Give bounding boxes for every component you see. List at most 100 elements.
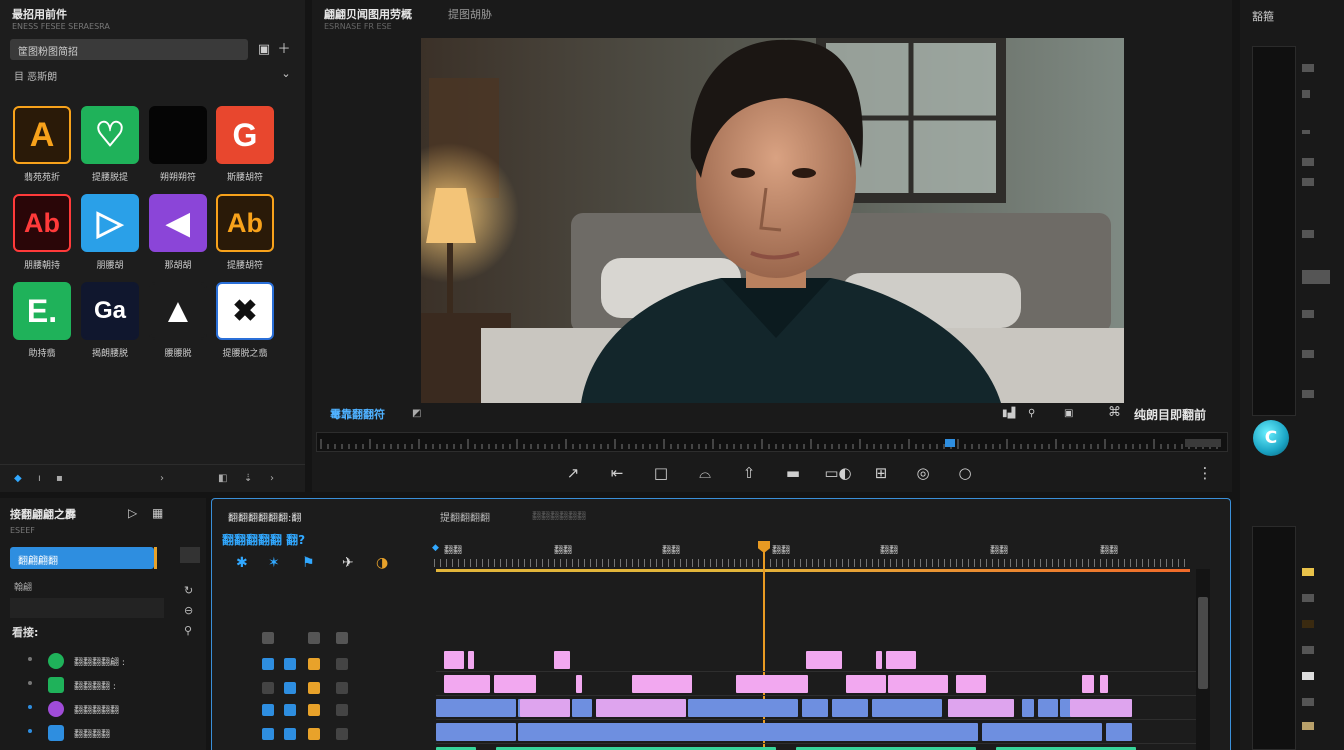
timeline-clip[interactable] bbox=[1106, 723, 1132, 741]
settings-icon[interactable]: ✈ bbox=[342, 555, 354, 571]
loop-icon[interactable]: ○ bbox=[954, 462, 976, 484]
lock-icon[interactable] bbox=[262, 658, 274, 670]
mute-icon[interactable] bbox=[308, 704, 320, 716]
project-item-row[interactable] bbox=[10, 598, 164, 618]
timeline-clip[interactable] bbox=[688, 699, 798, 717]
tool-icon[interactable] bbox=[1302, 178, 1314, 186]
timeline-tracks[interactable] bbox=[436, 649, 1196, 750]
track-header[interactable] bbox=[262, 629, 382, 647]
app-tile-11[interactable]: ▲ 腰腰脱 bbox=[148, 282, 208, 359]
app-tile-2[interactable]: ♡ 提腰脱提 bbox=[80, 106, 140, 183]
tool-icon[interactable] bbox=[1302, 310, 1314, 318]
viewer-scrubber[interactable] bbox=[316, 432, 1228, 452]
timeline-clip[interactable] bbox=[956, 675, 986, 693]
lock-icon[interactable] bbox=[262, 682, 274, 694]
app-tile-8[interactable]: Ab 提腰胡符 bbox=[215, 194, 275, 271]
app-tile-3[interactable]: 朔朔朔符 bbox=[148, 106, 208, 183]
assistant-icon[interactable]: C bbox=[1253, 420, 1289, 456]
mute-icon[interactable] bbox=[308, 728, 320, 740]
lift-icon[interactable]: ⇧ bbox=[738, 462, 760, 484]
timeline-clip[interactable] bbox=[1022, 699, 1034, 717]
thumbs-icon[interactable]: ◧ bbox=[218, 473, 227, 484]
timeline-scrollbar[interactable] bbox=[1196, 569, 1210, 750]
linked-icon[interactable]: ✶ bbox=[268, 555, 280, 571]
square-icon[interactable]: □ bbox=[650, 462, 672, 484]
project-item[interactable]: 翰翩 bbox=[14, 580, 32, 593]
app-tile-6[interactable]: ▷ 朋腰胡 bbox=[80, 194, 140, 271]
overwrite-icon[interactable]: ▬ bbox=[780, 462, 806, 484]
timeline-clip[interactable] bbox=[494, 675, 536, 693]
timeline-clip[interactable] bbox=[886, 651, 916, 669]
list-item[interactable]: 翻翻翻翻 : bbox=[0, 674, 176, 696]
app-tile-5[interactable]: Ab 朋腰朝持 bbox=[12, 194, 72, 271]
timeline-clip[interactable] bbox=[632, 675, 692, 693]
lock-icon[interactable] bbox=[262, 728, 274, 740]
search-icon[interactable]: ⚲ bbox=[184, 624, 192, 637]
eye-icon[interactable] bbox=[284, 658, 296, 670]
camera-icon[interactable]: ◩ bbox=[412, 408, 421, 419]
tag-icon[interactable]: ⌓ bbox=[694, 462, 716, 484]
tool-icon[interactable] bbox=[1302, 64, 1314, 72]
timeline-clip[interactable] bbox=[518, 723, 978, 741]
asset-search-input[interactable]: 筐图粉图简招 bbox=[10, 39, 248, 60]
timeline-clip[interactable] bbox=[468, 651, 474, 669]
play-icon[interactable]: ▷ bbox=[128, 506, 137, 520]
tool-icon[interactable] bbox=[1302, 390, 1314, 398]
track-header[interactable] bbox=[262, 655, 382, 673]
eye-icon[interactable] bbox=[308, 632, 320, 644]
tool-icon[interactable] bbox=[1302, 620, 1314, 628]
viewer-tab[interactable]: 提图胡胁 bbox=[448, 6, 492, 22]
safe-margin-icon[interactable]: ▮▟ bbox=[1002, 408, 1015, 419]
app-tile-1[interactable]: A 翡苑苑折 bbox=[12, 106, 72, 183]
grid-icon[interactable]: ▦ bbox=[152, 506, 163, 520]
work-area-bar[interactable] bbox=[436, 569, 1190, 572]
tool-icon[interactable] bbox=[1302, 698, 1314, 706]
filter-icon[interactable]: ⊖ bbox=[184, 604, 193, 617]
timeline-clip[interactable] bbox=[554, 651, 570, 669]
eye-icon[interactable] bbox=[284, 728, 296, 740]
timecode-display[interactable]: 霉靠翻翻符 bbox=[330, 406, 385, 422]
timeline-clip[interactable] bbox=[802, 699, 828, 717]
step-back-icon[interactable]: ⇤ bbox=[606, 462, 628, 484]
app-tile-4[interactable]: G 斯腰胡符 bbox=[215, 106, 275, 183]
timeline-clip[interactable] bbox=[1070, 699, 1132, 717]
solo-icon[interactable] bbox=[336, 658, 348, 670]
timeline-clip[interactable] bbox=[876, 651, 882, 669]
mute-icon[interactable] bbox=[336, 632, 348, 644]
arrow-icon[interactable]: ⇣ bbox=[244, 473, 252, 484]
chevron-right-icon[interactable]: › bbox=[270, 473, 274, 484]
app-tile-9[interactable]: E. 助持翡 bbox=[12, 282, 72, 359]
tool-icon[interactable] bbox=[1302, 90, 1310, 98]
gamepad-icon[interactable]: ⌘ bbox=[1108, 405, 1121, 420]
list-item[interactable]: 翻翻翻翻翩 : bbox=[0, 650, 176, 672]
timeline-clip[interactable] bbox=[520, 699, 570, 717]
track-header[interactable] bbox=[262, 679, 382, 697]
timeline-clip[interactable] bbox=[982, 723, 1102, 741]
list-item[interactable]: 翻翻翻翻 bbox=[0, 722, 176, 744]
project-selected-item[interactable]: 翻翩翩翻 bbox=[10, 547, 154, 569]
tool-icon[interactable] bbox=[1302, 672, 1314, 680]
chevron-right-icon[interactable]: › bbox=[160, 473, 164, 484]
mute-icon[interactable] bbox=[308, 658, 320, 670]
diamond-icon[interactable]: ◆ bbox=[14, 473, 22, 484]
chevron-down-icon[interactable]: ⌄ bbox=[278, 66, 294, 82]
timeline-tab-inactive[interactable]: 翻翻翻翻翻翻 bbox=[532, 509, 586, 522]
timeline-clip[interactable] bbox=[436, 699, 516, 717]
timeline-clip[interactable] bbox=[436, 723, 516, 741]
camera-toggle-icon[interactable]: ▭◐ bbox=[822, 462, 854, 484]
tool-icon[interactable] bbox=[1302, 270, 1330, 284]
menu-icon[interactable]: ▪ bbox=[56, 473, 63, 484]
app-tile-12[interactable]: ✖ 提腰脱之翡 bbox=[215, 282, 275, 359]
more-icon[interactable]: ⋮ bbox=[1194, 462, 1216, 484]
timeline-clip[interactable] bbox=[444, 651, 464, 669]
timeline-clip[interactable] bbox=[572, 699, 592, 717]
app-tile-10[interactable]: Ga 揭朗腰脱 bbox=[80, 282, 140, 359]
solo-icon[interactable] bbox=[336, 704, 348, 716]
record-icon[interactable]: ◎ bbox=[912, 462, 934, 484]
library-icon[interactable]: ▣ bbox=[256, 42, 272, 58]
solo-icon[interactable] bbox=[336, 682, 348, 694]
compare-icon[interactable]: ⊞ bbox=[870, 462, 892, 484]
eye-icon[interactable] bbox=[284, 704, 296, 716]
timeline-clip[interactable] bbox=[736, 675, 808, 693]
timeline-ruler[interactable]: ◆ 翻翻 翻翻 翻翻 翻翻 翻翻 翻翻 翻翻 bbox=[432, 543, 1190, 571]
